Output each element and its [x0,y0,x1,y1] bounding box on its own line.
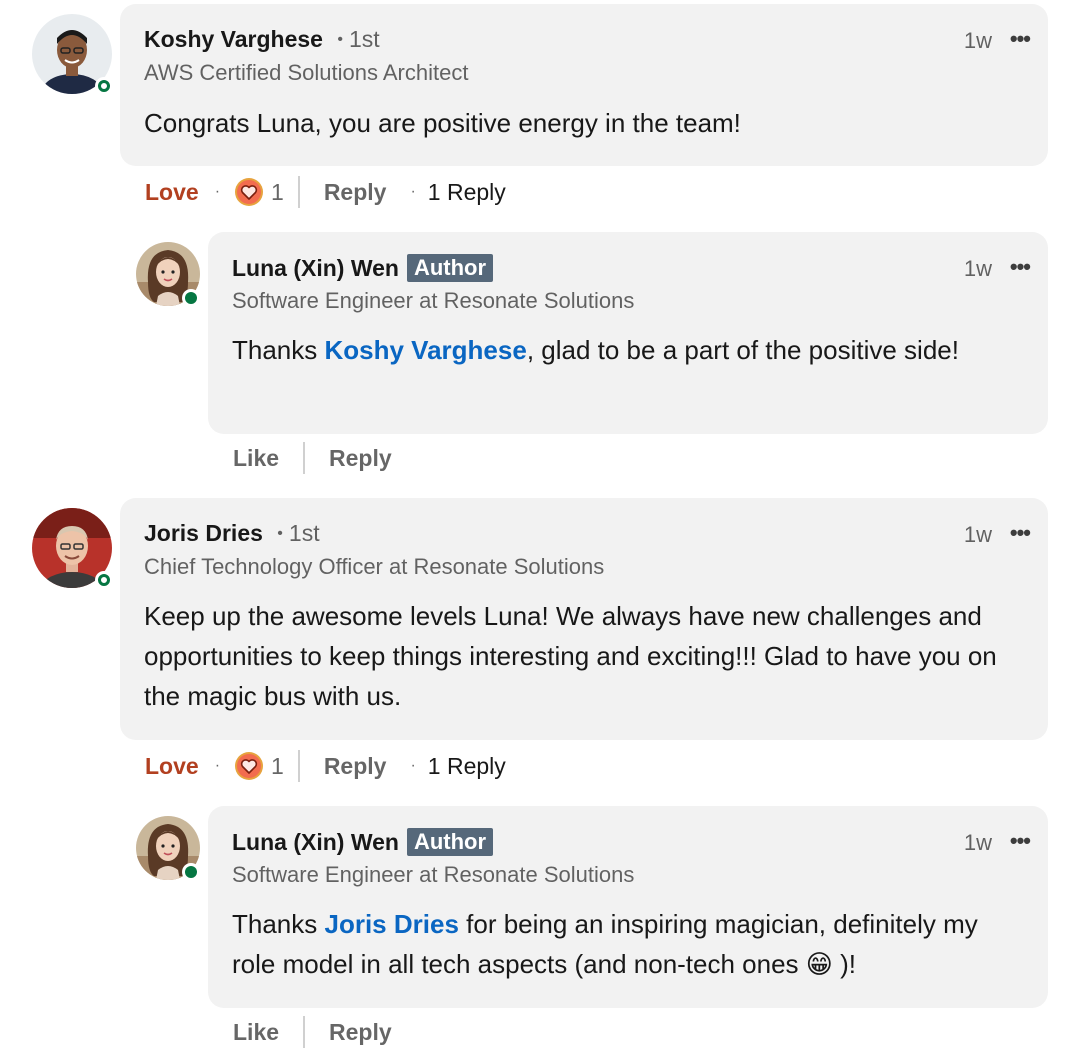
divider [303,442,306,474]
reply-button[interactable]: Reply [324,753,387,780]
author-name[interactable]: Joris Dries [144,520,263,546]
reaction-count: 1 [271,178,284,205]
presence-indicator [95,571,113,589]
more-options-icon[interactable]: ••• [1010,254,1031,280]
presence-indicator [95,77,113,95]
author-name[interactable]: Luna (Xin) Wen [232,255,399,281]
comment-text: Congrats Luna, you are positive energy i… [144,108,741,138]
mention-link[interactable]: Koshy Varghese [325,335,527,365]
heart-icon [235,178,264,206]
timestamp: 1w [963,28,992,53]
author-badge: Author [406,828,494,856]
author-headline: Chief Technology Officer at Resonate Sol… [144,554,605,579]
reply-button[interactable]: Reply [329,1019,392,1046]
comment-text: Keep up the awesome levels Luna! We alwa… [144,601,997,711]
author-headline: Software Engineer at Resonate Solutions [232,862,635,887]
love-reaction-button[interactable]: Love [145,753,199,780]
timestamp: 1w [963,830,992,855]
reaction-summary[interactable]: 1 [234,177,284,207]
reply-text: Thanks Koshy Varghese, glad to be a part… [232,335,959,365]
like-button[interactable]: Like [233,1019,279,1046]
reaction-summary[interactable]: 1 [234,751,284,781]
author-name[interactable]: Koshy Varghese [144,26,323,52]
replies-count-link[interactable]: 1 Reply [428,179,506,206]
reply-actions: Like Reply [233,438,392,478]
reaction-count: 1 [271,752,284,779]
comment-actions: Love · 1 Reply · 1 Reply [145,172,506,212]
divider [303,1016,306,1048]
author-badge: Author [406,254,494,282]
reply-button[interactable]: Reply [329,445,392,472]
connection-degree: • 1st [277,520,320,546]
reply-bubble: Luna (Xin) Wen Author Software Engineer a… [208,232,1048,434]
more-options-icon[interactable]: ••• [1010,26,1031,52]
love-reaction-button[interactable]: Love [145,179,199,206]
divider [297,176,300,208]
divider [297,750,300,782]
author-headline: AWS Certified Solutions Architect [144,60,469,85]
timestamp: 1w [963,522,992,547]
like-button[interactable]: Like [233,445,279,472]
author-name[interactable]: Luna (Xin) Wen [232,829,399,855]
reply-button[interactable]: Reply [324,179,387,206]
more-options-icon[interactable]: ••• [1010,828,1031,854]
heart-icon [235,752,264,780]
presence-indicator [182,863,200,881]
comment-bubble: Koshy Varghese • 1st AWS Certified Soluti… [120,4,1048,166]
more-options-icon[interactable]: ••• [1010,520,1031,546]
mention-link[interactable]: Joris Dries [325,909,459,939]
comment-bubble: Joris Dries • 1st Chief Technology Office… [120,498,1048,740]
author-headline: Software Engineer at Resonate Solutions [232,288,635,313]
timestamp: 1w [963,256,992,281]
replies-count-link[interactable]: 1 Reply [428,753,506,780]
comment-actions: Love · 1 Reply · 1 Reply [145,746,506,786]
reply-bubble: Luna (Xin) Wen Author Software Engineer a… [208,806,1048,1008]
reply-text: Thanks Joris Dries for being an inspirin… [232,909,978,979]
presence-indicator [182,289,200,307]
reply-actions: Like Reply [233,1012,392,1052]
connection-degree: • 1st [337,26,380,52]
